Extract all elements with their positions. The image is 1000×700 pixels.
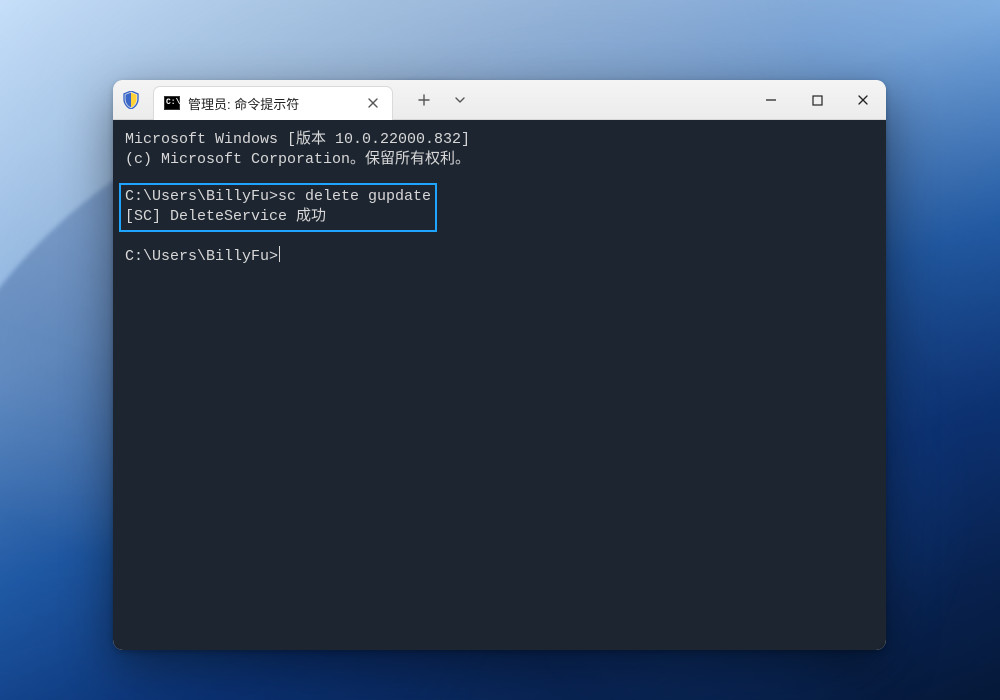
new-tab-button[interactable] <box>407 85 441 115</box>
minimize-button[interactable] <box>748 80 794 120</box>
command-text: sc delete gupdate <box>278 188 431 205</box>
terminal-body[interactable]: Microsoft Windows [版本 10.0.22000.832] (c… <box>113 120 886 650</box>
tab-strip-actions <box>401 85 477 115</box>
titlebar[interactable]: 管理员: 命令提示符 <box>113 80 886 120</box>
close-button[interactable] <box>840 80 886 120</box>
shield-icon <box>123 91 139 109</box>
current-prompt-line: C:\Users\BillyFu> <box>125 246 874 267</box>
tab-title: 管理员: 命令提示符 <box>188 94 299 113</box>
cmd-icon <box>164 96 180 110</box>
command-line-1: C:\Users\BillyFu>sc delete gupdate <box>125 187 431 207</box>
maximize-button[interactable] <box>794 80 840 120</box>
banner-line-1: Microsoft Windows [版本 10.0.22000.832] <box>125 130 874 150</box>
tab-close-button[interactable] <box>362 92 384 114</box>
tab-active[interactable]: 管理员: 命令提示符 <box>153 86 393 120</box>
window-controls <box>748 80 886 119</box>
text-cursor <box>279 246 280 262</box>
titlebar-left: 管理员: 命令提示符 <box>113 80 477 119</box>
prompt-text: C:\Users\BillyFu> <box>125 248 278 265</box>
terminal-window: 管理员: 命令提示符 <box>113 80 886 650</box>
prompt-text: C:\Users\BillyFu> <box>125 188 278 205</box>
highlighted-command-block: C:\Users\BillyFu>sc delete gupdate [SC] … <box>119 183 437 233</box>
command-result: [SC] DeleteService 成功 <box>125 207 431 227</box>
tab-dropdown-button[interactable] <box>443 85 477 115</box>
banner-line-2: (c) Microsoft Corporation。保留所有权利。 <box>125 150 874 170</box>
